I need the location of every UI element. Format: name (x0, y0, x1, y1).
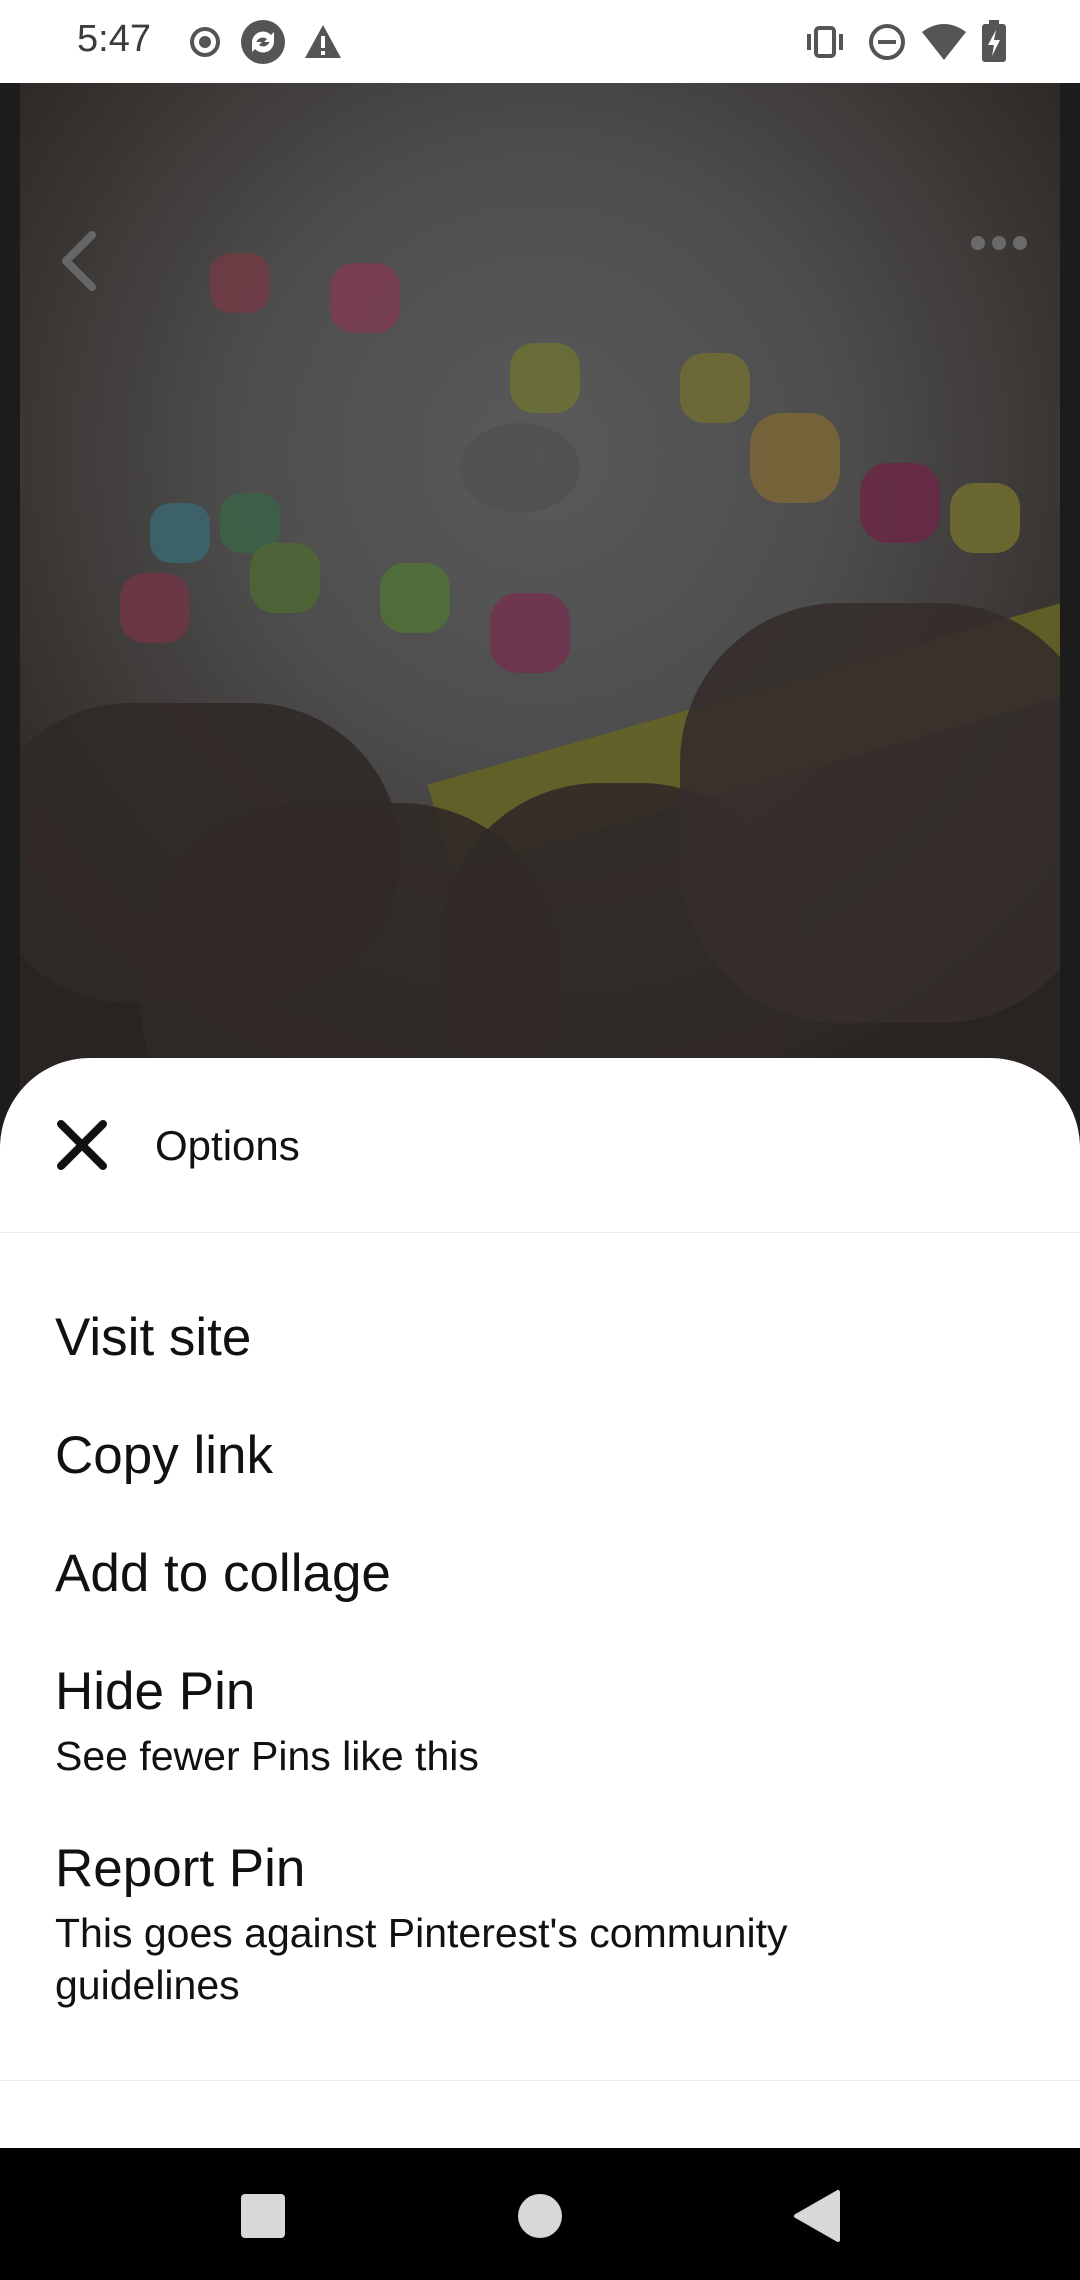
recents-square-icon[interactable] (235, 2188, 291, 2244)
pin-media (0, 83, 1080, 1143)
warning-icon (305, 25, 341, 58)
wifi-icon (922, 24, 966, 60)
status-time: 5:47 (77, 18, 151, 60)
scrim[interactable] (20, 83, 1060, 1143)
record-icon (190, 27, 220, 57)
menu-item-label: Copy link (55, 1426, 273, 1485)
menu-item-label: Hide Pin (55, 1662, 256, 1721)
menu-item-label: Visit site (55, 1308, 252, 1367)
chevron-left-icon[interactable] (58, 231, 98, 291)
pin-image (20, 83, 1060, 1143)
menu-item-subtitle: This goes against Pinterest's community … (55, 1910, 788, 2008)
system-nav-bar (0, 2148, 1080, 2280)
sheet-divider (0, 2080, 1080, 2081)
menu-item-visit-site[interactable]: Visit site (55, 1306, 1015, 1370)
menu-item-hide-pin[interactable]: Hide Pin See fewer Pins like this (55, 1660, 1015, 1782)
sheet-header: Options (0, 1058, 1080, 1233)
close-button[interactable] (50, 1113, 114, 1177)
menu-item-add-to-collage[interactable]: Add to collage (55, 1542, 1015, 1606)
menu-item-label: Report Pin (55, 1839, 306, 1898)
home-circle-icon[interactable] (512, 2188, 568, 2244)
back-triangle-icon[interactable] (790, 2188, 846, 2244)
do-not-disturb-icon (869, 24, 905, 60)
close-icon (57, 1120, 107, 1170)
sheet-title: Options (155, 1122, 300, 1169)
sync-app-icon (241, 20, 285, 64)
more-horizontal-icon[interactable] (970, 233, 1028, 253)
menu-item-copy-link[interactable]: Copy link (55, 1424, 1015, 1488)
options-sheet: Options Visit site Copy link Add to coll… (0, 1058, 1080, 2148)
battery-charging-icon (982, 20, 1006, 62)
status-bar: 5:47 (0, 0, 1080, 83)
menu-item-label: Add to collage (55, 1544, 391, 1603)
menu-item-subtitle: See fewer Pins like this (55, 1733, 479, 1779)
vibrate-icon (807, 26, 843, 58)
menu-item-report-pin[interactable]: Report Pin This goes against Pinterest's… (55, 1837, 955, 2011)
